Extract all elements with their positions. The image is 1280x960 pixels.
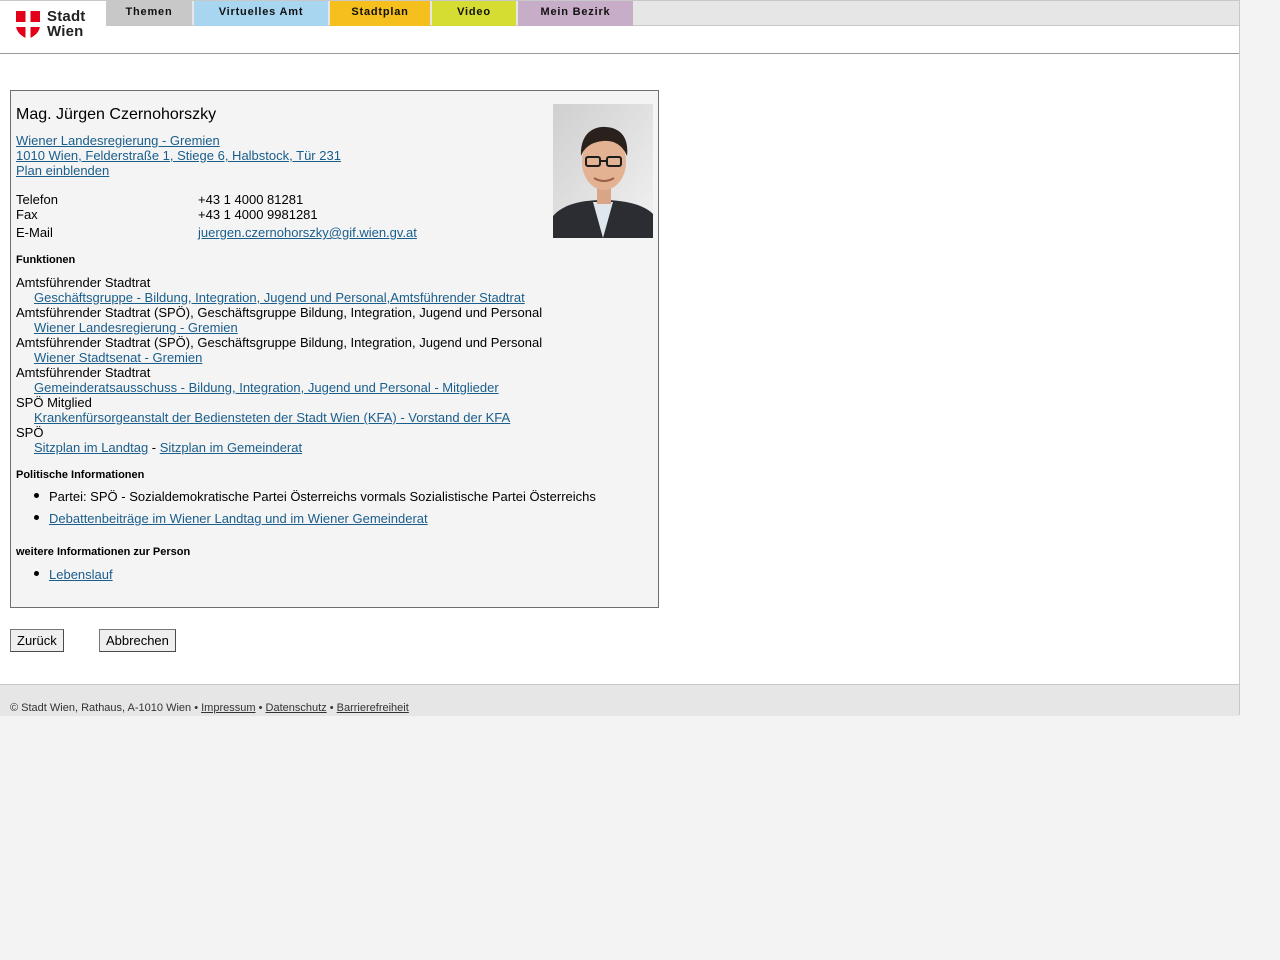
- cv-link[interactable]: Lebenslauf: [49, 567, 113, 582]
- political-info-heading: Politische Informationen: [16, 469, 145, 481]
- function-role-1: Amtsführender Stadtrat: [16, 275, 151, 290]
- person-card: Mag. Jürgen Czernohorszky Wiener Landesr…: [10, 90, 659, 608]
- phone-value: +43 1 4000 81281: [198, 192, 304, 207]
- function-role-4: Amtsführender Stadtrat: [16, 365, 151, 380]
- logo-line-1: Stadt: [47, 8, 86, 25]
- nav-tab-mein-bezirk[interactable]: Mein Bezirk: [518, 1, 633, 26]
- back-button[interactable]: Zurück: [10, 629, 64, 652]
- org-link[interactable]: Wiener Landesregierung - Gremien: [16, 133, 220, 148]
- wien-shield-icon: [16, 11, 40, 39]
- function-role-3: Amtsführender Stadtrat (SPÖ), Geschäftsg…: [16, 335, 543, 350]
- stadt-wien-logo[interactable]: Stadt Wien: [16, 9, 96, 43]
- person-photo: [553, 104, 653, 238]
- seat-plan-separator: -: [148, 440, 160, 455]
- function-link-5[interactable]: Krankenfürsorgeanstalt der Bediensteten …: [34, 410, 510, 425]
- function-role-2: Amtsführender Stadtrat (SPÖ), Geschäftsg…: [16, 305, 543, 320]
- address-link[interactable]: 1010 Wien, Felderstraße 1, Stiege 6, Hal…: [16, 148, 341, 163]
- nav-tab-virtuelles-amt[interactable]: Virtuelles Amt: [194, 1, 328, 26]
- party-info-text: Partei: SPÖ - Sozialdemokratische Partei…: [49, 489, 596, 504]
- seat-plan-gemeinderat-link[interactable]: Sitzplan im Gemeinderat: [160, 440, 302, 455]
- function-link-3[interactable]: Wiener Stadtsenat - Gremien: [34, 350, 202, 365]
- function-link-2[interactable]: Wiener Landesregierung - Gremien: [34, 320, 238, 335]
- footer-datenschutz-link[interactable]: Datenschutz: [266, 702, 327, 714]
- email-label: E-Mail: [16, 225, 53, 240]
- functions-heading: Funktionen: [16, 254, 76, 266]
- bullet-icon: [34, 515, 39, 520]
- person-name: Mag. Jürgen Czernohorszky: [16, 106, 217, 123]
- party-label: SPÖ: [16, 425, 44, 440]
- footer-copyright: © Stadt Wien, Rathaus, A-1010 Wien •: [10, 702, 199, 714]
- function-role-5: SPÖ Mitglied: [16, 395, 92, 410]
- function-link-4[interactable]: Gemeinderatsausschuss - Bildung, Integra…: [34, 380, 499, 395]
- debate-link[interactable]: Debattenbeiträge im Wiener Landtag und i…: [49, 511, 428, 526]
- footer-separator: •: [329, 702, 334, 714]
- footer-impressum-link[interactable]: Impressum: [201, 702, 255, 714]
- logo-line-2: Wien: [47, 23, 84, 40]
- seat-plan-links: Sitzplan im Landtag - Sitzplan im Gemein…: [34, 440, 302, 455]
- fax-value: +43 1 4000 9981281: [198, 207, 318, 222]
- footer-separator: •: [258, 702, 263, 714]
- function-link-1[interactable]: Geschäftsgruppe - Bildung, Integration, …: [34, 290, 525, 305]
- logo-text: Stadt Wien: [47, 9, 86, 39]
- phone-label: Telefon: [16, 192, 58, 207]
- nav-tab-video[interactable]: Video: [432, 1, 516, 26]
- site-footer: © Stadt Wien, Rathaus, A-1010 Wien • Imp…: [0, 684, 1239, 716]
- bullet-icon: [34, 493, 39, 498]
- more-info-heading: weitere Informationen zur Person: [16, 546, 191, 558]
- nav-tab-themen[interactable]: Themen: [106, 1, 192, 26]
- cancel-button[interactable]: Abbrechen: [99, 629, 176, 652]
- footer-line: © Stadt Wien, Rathaus, A-1010 Wien • Imp…: [10, 702, 409, 714]
- seat-plan-landtag-link[interactable]: Sitzplan im Landtag: [34, 440, 148, 455]
- fax-label: Fax: [16, 207, 38, 222]
- site-header: Stadt Wien Themen Virtuelles Amt Stadtpl…: [0, 0, 1239, 54]
- page-container: Stadt Wien Themen Virtuelles Amt Stadtpl…: [0, 0, 1240, 716]
- email-link[interactable]: juergen.czernohorszky@gif.wien.gv.at: [198, 225, 417, 240]
- nav-tab-stadtplan[interactable]: Stadtplan: [330, 1, 430, 26]
- show-map-link[interactable]: Plan einblenden: [16, 163, 109, 178]
- bullet-icon: [34, 571, 39, 576]
- footer-barrierefreiheit-link[interactable]: Barrierefreiheit: [337, 702, 409, 714]
